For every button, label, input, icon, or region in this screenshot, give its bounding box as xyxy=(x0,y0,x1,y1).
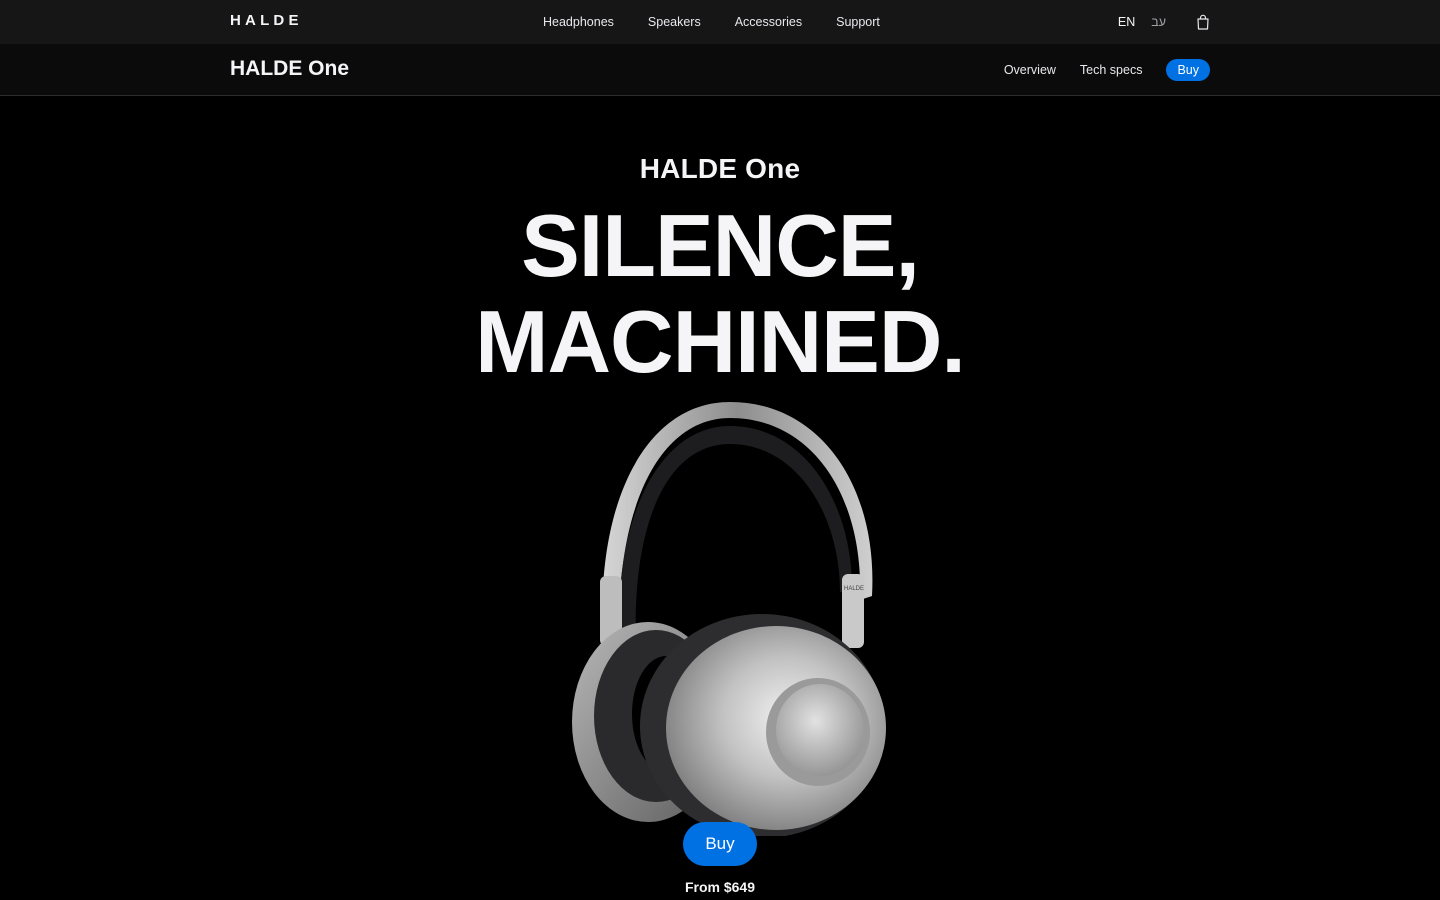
product-nav-title[interactable]: HALDE One xyxy=(230,57,349,81)
local-link-overview[interactable]: Overview xyxy=(1004,63,1056,77)
nav-link-support[interactable]: Support xyxy=(836,15,880,29)
global-nav: HALDE Headphones Speakers Accessories Su… xyxy=(0,0,1440,44)
nav-link-headphones[interactable]: Headphones xyxy=(543,15,614,29)
nav-link-accessories[interactable]: Accessories xyxy=(735,15,802,29)
hero-headline-line-2: MACHINED. xyxy=(475,292,966,391)
language-en[interactable]: EN xyxy=(1118,15,1135,29)
global-nav-utilities: EN עב xyxy=(1118,0,1210,44)
local-nav-links: Overview Tech specs Buy xyxy=(980,44,1210,95)
hero-buy-button[interactable]: Buy xyxy=(683,822,757,866)
global-nav-inner: HALDE Headphones Speakers Accessories Su… xyxy=(230,0,1210,44)
local-nav-buy-button[interactable]: Buy xyxy=(1166,58,1210,81)
nav-link-speakers[interactable]: Speakers xyxy=(648,15,701,29)
hero-product-name: HALDE One xyxy=(639,153,801,184)
hero-price: From $649 xyxy=(684,879,756,895)
product-image-headphones: HALDE xyxy=(560,396,900,838)
local-link-tech-specs[interactable]: Tech specs xyxy=(1080,63,1143,77)
shopping-bag-icon[interactable] xyxy=(1196,14,1210,30)
language-he[interactable]: עב xyxy=(1151,15,1166,29)
product-local-nav: HALDE One Overview Tech specs Buy xyxy=(0,44,1440,96)
hero-headline: SILENCE, MACHINED. xyxy=(0,198,1440,390)
headphones-illustration: HALDE xyxy=(572,402,886,838)
hero-headline-line-1: SILENCE, xyxy=(521,196,920,295)
brand-logo[interactable]: HALDE xyxy=(230,12,303,29)
local-nav-inner: HALDE One Overview Tech specs Buy xyxy=(230,44,1210,95)
band-engraving: HALDE xyxy=(844,586,864,592)
hero-section: HALDE One SILENCE, MACHINED. HALDE Buy F… xyxy=(0,96,1440,900)
global-nav-links: Headphones Speakers Accessories Support xyxy=(543,0,914,44)
